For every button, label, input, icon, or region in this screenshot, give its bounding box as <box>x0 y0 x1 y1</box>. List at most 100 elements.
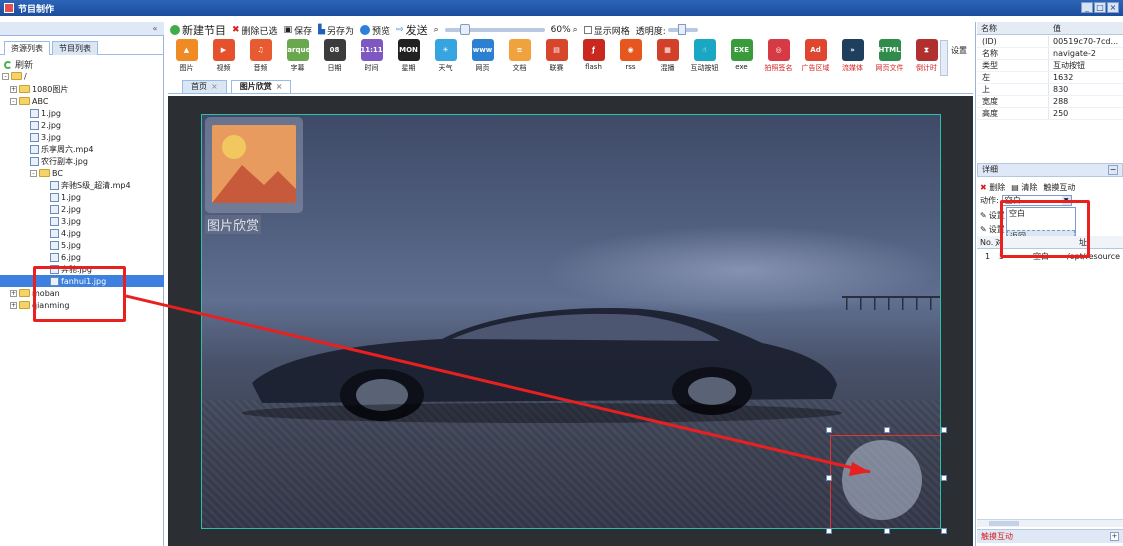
palette-item[interactable]: ◎ 拍照签名 <box>760 39 797 77</box>
property-row[interactable]: 左 1632 <box>977 72 1123 84</box>
send-button[interactable]: ⇨ 发送 <box>396 22 428 38</box>
expand-icon[interactable]: + <box>10 85 17 93</box>
property-row[interactable]: 类型 互动按钮 <box>977 60 1123 72</box>
show-grid-checkbox[interactable] <box>583 26 592 34</box>
tree-file[interactable]: 6.jpg <box>50 251 81 263</box>
opacity-slider-knob[interactable] <box>677 24 686 35</box>
palette-item[interactable]: ☀ 天气 <box>427 39 464 77</box>
zoom-out-icon[interactable]: ⌕ <box>434 25 439 35</box>
palette-item[interactable]: www 网页 <box>464 39 501 77</box>
resize-handle[interactable] <box>941 528 947 534</box>
delete-action-button[interactable]: ✖ 删除 <box>980 182 1005 193</box>
palette-item[interactable]: ≡ 文档 <box>501 39 538 77</box>
property-row[interactable]: (ID) 00519c70-7cd... <box>977 36 1123 48</box>
settings-button[interactable]: 设置 <box>951 45 967 56</box>
resize-handle[interactable] <box>941 475 947 481</box>
palette-item[interactable]: EXE exe <box>723 39 760 77</box>
palette-item[interactable]: » 流媒体 <box>834 39 871 77</box>
palette-item[interactable]: marquee 字幕 <box>279 39 316 77</box>
tree-file[interactable]: 2.jpg <box>30 119 61 131</box>
tab-home-page[interactable]: 首页 × <box>182 80 227 93</box>
opacity-slider[interactable] <box>667 24 698 35</box>
show-grid-toggle[interactable]: 显示网格 <box>583 24 630 37</box>
palette-item[interactable]: ◉ rss <box>612 39 649 77</box>
property-row[interactable]: 宽度 288 <box>977 96 1123 108</box>
palette-item[interactable]: Ad 广告区域 <box>797 39 834 77</box>
maximize-button[interactable]: □ <box>1094 2 1106 13</box>
new-program-button[interactable]: 新建节目 <box>170 22 226 38</box>
tree-file[interactable]: 2.jpg <box>50 203 81 215</box>
touch-interact-tab[interactable]: 触摸互动 + <box>977 529 1123 543</box>
palette-item[interactable]: 08 日期 <box>316 39 353 77</box>
column-value-header[interactable]: 值 <box>1049 22 1123 34</box>
tree-file[interactable]: 农行副本.jpg <box>30 155 88 167</box>
expand-icon[interactable]: + <box>10 289 17 297</box>
column-name-header[interactable]: 名称 <box>977 22 1049 34</box>
collapse-icon[interactable]: - <box>30 169 37 177</box>
page-stage[interactable]: 图片欣赏 <box>201 114 941 529</box>
tree-file[interactable]: 5.jpg <box>50 239 81 251</box>
tree-folder[interactable]: +1080图片 <box>10 83 68 95</box>
tree-folder[interactable]: - BC <box>30 167 63 179</box>
tab-resource-list[interactable]: 资源列表 <box>4 41 50 55</box>
palette-item[interactable]: ▦ 混播 <box>649 39 686 77</box>
property-value[interactable]: navigate-2 <box>1049 48 1123 59</box>
save-as-button[interactable]: ▙ 另存为 <box>318 24 354 37</box>
palette-item[interactable]: MON 星期 <box>390 39 427 77</box>
minimize-button[interactable]: _ <box>1081 2 1093 13</box>
collapse-left-icon[interactable]: « <box>149 23 161 34</box>
selected-widget-bounds[interactable] <box>830 435 940 528</box>
horizontal-scrollbar[interactable] <box>977 519 1123 527</box>
property-value[interactable]: 1632 <box>1049 72 1123 83</box>
expand-icon[interactable]: + <box>1110 532 1119 541</box>
palette-item[interactable]: ☝ 互动按钮 <box>686 39 723 77</box>
detail-collapse-button[interactable]: − <box>1108 165 1118 175</box>
property-value[interactable]: 830 <box>1049 84 1123 95</box>
resize-handle[interactable] <box>941 427 947 433</box>
close-tab-icon[interactable]: × <box>276 81 283 93</box>
palette-item[interactable]: ♫ 音频 <box>242 39 279 77</box>
tree-folder[interactable]: - / <box>2 70 27 82</box>
resize-handle[interactable] <box>826 528 832 534</box>
palette-item[interactable]: HTML 网页文件 <box>871 39 908 77</box>
palette-item[interactable]: ▲ 图片 <box>168 39 205 77</box>
collapse-icon[interactable]: - <box>2 72 9 80</box>
palette-scrollbar[interactable] <box>940 40 948 76</box>
property-value[interactable]: 互动按钮 <box>1049 60 1123 71</box>
preview-button[interactable]: 预览 <box>360 24 390 37</box>
tree-file[interactable]: 3.jpg <box>30 131 61 143</box>
close-button[interactable]: × <box>1107 2 1119 13</box>
expand-icon[interactable]: + <box>10 301 17 309</box>
resize-handle[interactable] <box>884 528 890 534</box>
tab-program-list[interactable]: 节目列表 <box>52 41 98 55</box>
canvas-caption[interactable]: 图片欣赏 <box>205 215 262 234</box>
property-row[interactable]: 名称 navigate-2 <box>977 48 1123 60</box>
property-row[interactable]: 高度 250 <box>977 108 1123 120</box>
tab-picture-gallery[interactable]: 图片欣赏 × <box>230 80 292 93</box>
image-placeholder[interactable] <box>205 117 303 213</box>
tree-file[interactable]: 1.jpg <box>30 107 61 119</box>
palette-item[interactable]: 11:11 时间 <box>353 39 390 77</box>
palette-item[interactable]: ƒ flash <box>575 39 612 77</box>
zoom-slider[interactable] <box>444 24 545 35</box>
tree-file[interactable]: 1.jpg <box>50 191 81 203</box>
collapse-icon[interactable]: - <box>10 97 17 105</box>
palette-item[interactable]: ▤ 联赛 <box>538 39 575 77</box>
property-value[interactable]: 250 <box>1049 108 1123 119</box>
tree-file[interactable]: 奔驰S级_超清.mp4 <box>50 179 131 191</box>
palette-item[interactable]: ▶ 视频 <box>205 39 242 77</box>
scrollbar-thumb[interactable] <box>989 521 1019 526</box>
resize-handle[interactable] <box>826 427 832 433</box>
save-button[interactable]: ▣ 保存 <box>284 24 313 37</box>
delete-selected-button[interactable]: ✖ 删除已选 <box>232 24 278 37</box>
property-row[interactable]: 上 830 <box>977 84 1123 96</box>
design-canvas[interactable]: 图片欣赏 <box>168 96 973 546</box>
resize-handle[interactable] <box>884 427 890 433</box>
tree-file[interactable]: 乐享周六.mp4 <box>30 143 94 155</box>
close-tab-icon[interactable]: × <box>211 81 218 93</box>
tree-file[interactable]: 4.jpg <box>50 227 81 239</box>
resize-handle[interactable] <box>826 475 832 481</box>
property-value[interactable]: 288 <box>1049 96 1123 107</box>
touch-interact-button[interactable]: 触摸互动 <box>1043 182 1075 193</box>
property-value[interactable]: 00519c70-7cd... <box>1049 36 1123 47</box>
